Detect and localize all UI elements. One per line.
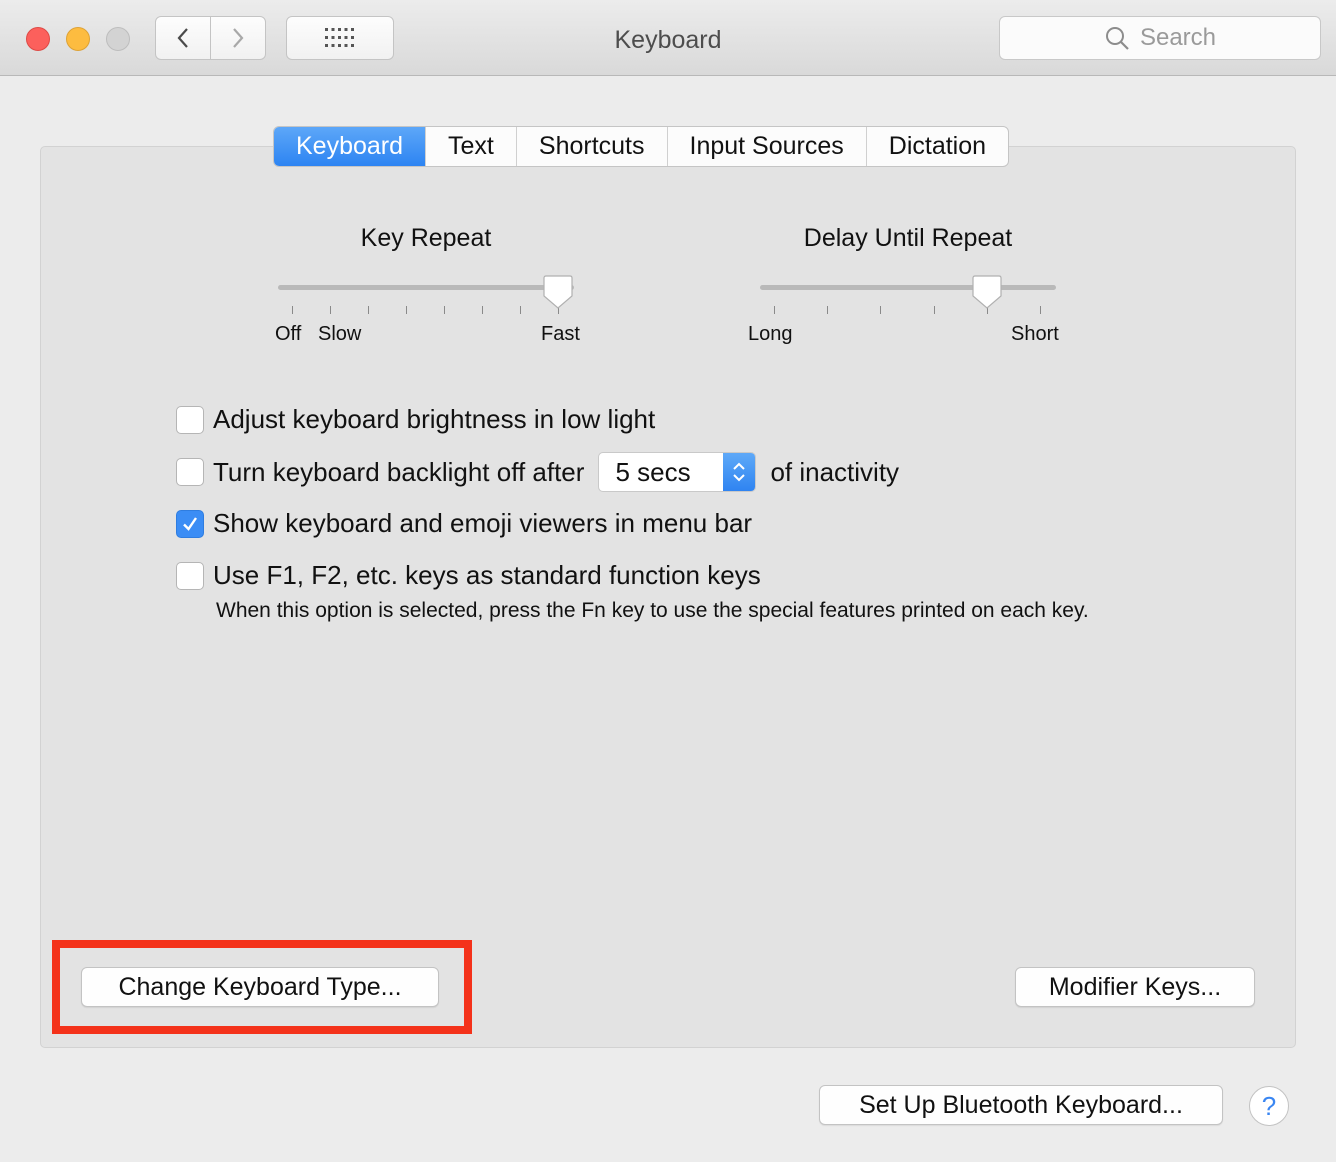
tab-dictation[interactable]: Dictation [865, 127, 1008, 166]
key-repeat-track[interactable] [278, 285, 574, 290]
help-icon: ? [1261, 1090, 1277, 1121]
delay-long-label: Long [748, 323, 793, 345]
key-repeat-tick [444, 306, 445, 314]
delay-tick [934, 306, 935, 314]
key-repeat-tick [406, 306, 407, 314]
keyboard-settings-panel [40, 146, 1296, 1048]
setup-bluetooth-keyboard-button[interactable]: Set Up Bluetooth Keyboard... [819, 1085, 1223, 1125]
brightness-option[interactable]: Adjust keyboard brightness in low light [176, 404, 655, 435]
delay-tick [774, 306, 775, 314]
delay-tick [827, 306, 828, 314]
checkmark-icon [183, 516, 197, 531]
tab-shortcuts[interactable]: Shortcuts [515, 127, 667, 166]
tab-bar: Keyboard Text Shortcuts Input Sources Di… [273, 126, 1010, 167]
fn-keys-checkbox[interactable] [176, 561, 204, 590]
backlight-timeout-value: 5 secs [615, 456, 691, 487]
highlight-box [52, 940, 472, 1034]
modifier-keys-button[interactable]: Modifier Keys... [1015, 967, 1255, 1007]
tab-text[interactable]: Text [425, 127, 516, 166]
viewers-checkbox[interactable] [176, 509, 204, 538]
fn-keys-label: Use F1, F2, etc. keys as standard functi… [213, 560, 761, 590]
up-down-arrows-icon [733, 462, 746, 482]
key-repeat-tick [368, 306, 369, 314]
delay-until-repeat-title: Delay Until Repeat [803, 224, 1013, 252]
tab-input-sources[interactable]: Input Sources [666, 127, 866, 166]
search-field[interactable]: Search [999, 16, 1321, 60]
key-repeat-slow-label: Slow [318, 323, 362, 345]
backlight-timeout-select[interactable]: 5 secs [598, 452, 757, 492]
key-repeat-fast-label: Fast [541, 323, 580, 345]
fn-keys-hint: When this option is selected, press the … [216, 599, 1089, 622]
delay-tick [1040, 306, 1041, 314]
backlight-option[interactable]: Turn keyboard backlight off after 5 secs… [176, 452, 899, 492]
search-placeholder: Search [1139, 24, 1217, 51]
key-repeat-tick [330, 306, 331, 314]
backlight-suffix: of inactivity [770, 456, 900, 487]
key-repeat-tick [520, 306, 521, 314]
tab-keyboard[interactable]: Keyboard [274, 127, 426, 166]
key-repeat-thumb[interactable] [542, 274, 574, 310]
brightness-checkbox[interactable] [176, 405, 204, 434]
brightness-label: Adjust keyboard brightness in low light [213, 404, 656, 434]
title-bar: Keyboard Search [0, 0, 1336, 76]
viewers-option[interactable]: Show keyboard and emoji viewers in menu … [176, 508, 752, 539]
delay-short-label: Short [1011, 323, 1059, 345]
backlight-label: Turn keyboard backlight off after [213, 456, 585, 487]
key-repeat-off-label: Off [275, 323, 302, 345]
help-button[interactable]: ? [1249, 1086, 1289, 1126]
viewers-label: Show keyboard and emoji viewers in menu … [213, 508, 753, 538]
delay-until-repeat-thumb[interactable] [971, 274, 1003, 310]
search-icon [1105, 27, 1129, 50]
backlight-checkbox[interactable] [176, 458, 204, 486]
key-repeat-title: Key Repeat [360, 224, 492, 252]
select-stepper[interactable] [723, 453, 756, 491]
key-repeat-tick [482, 306, 483, 314]
delay-until-repeat-track[interactable] [760, 285, 1056, 290]
fn-keys-option[interactable]: Use F1, F2, etc. keys as standard functi… [176, 560, 761, 591]
key-repeat-tick [292, 306, 293, 314]
delay-tick [880, 306, 881, 314]
